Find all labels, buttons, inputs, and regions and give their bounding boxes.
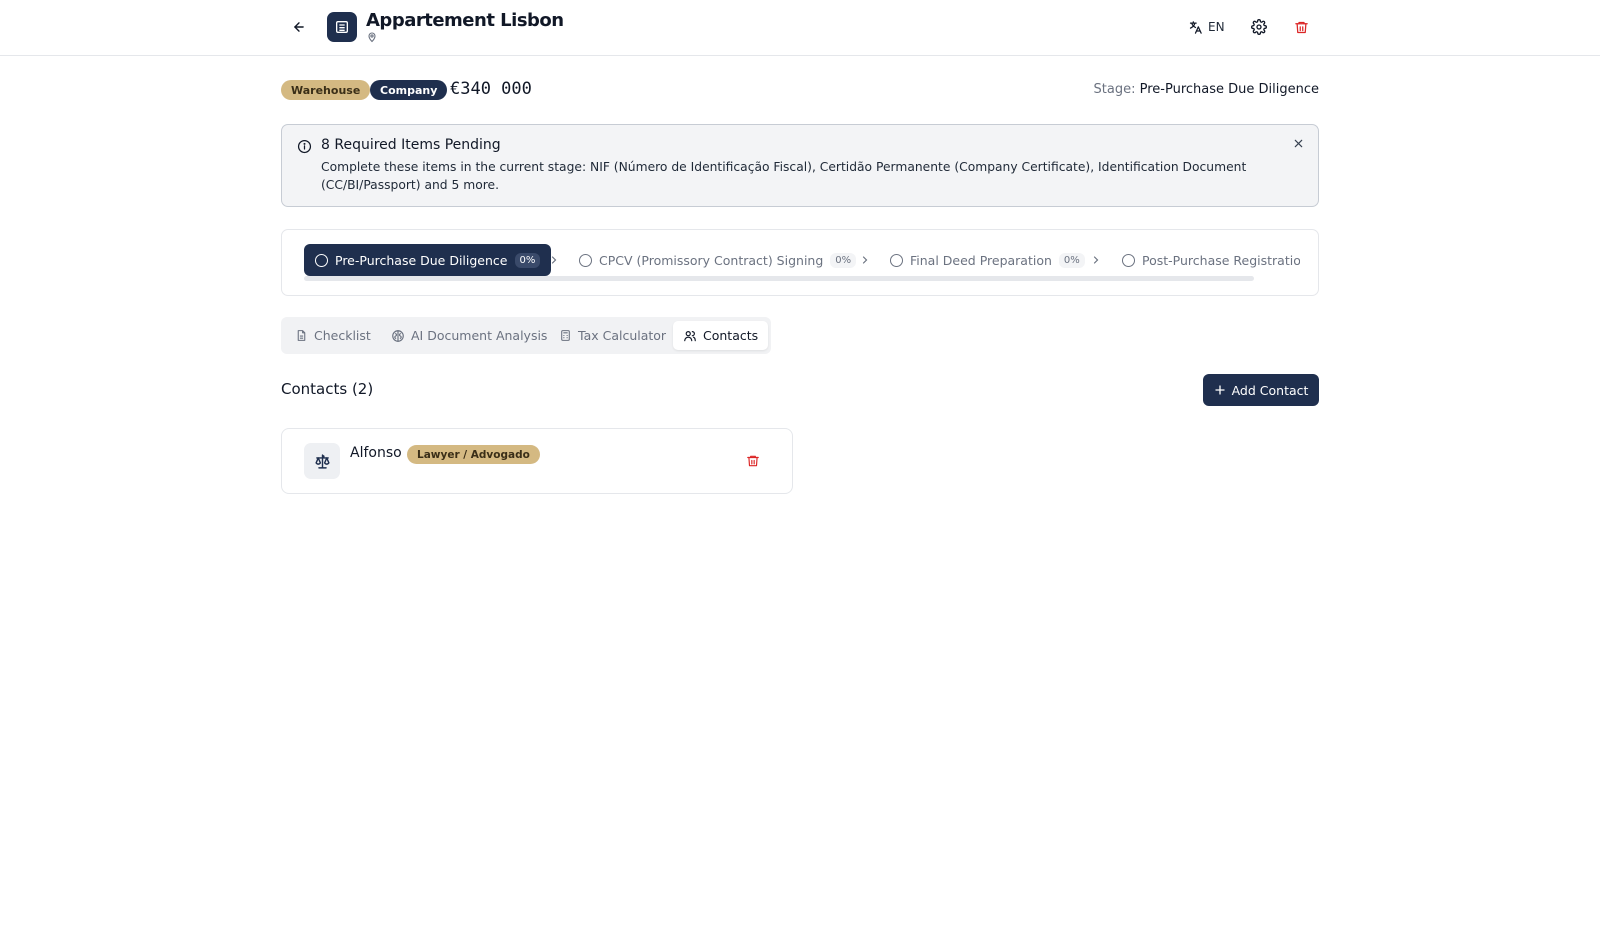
brain-icon xyxy=(392,329,404,342)
calculator-icon xyxy=(561,330,570,341)
contact-role-badge: Lawyer / Advogado xyxy=(407,445,540,464)
contact-avatar xyxy=(304,443,340,479)
tab-label: AI Document Analysis xyxy=(411,328,548,343)
trash-icon xyxy=(1294,21,1308,33)
chevron-right-icon xyxy=(1093,256,1099,264)
stage-step-final-deed[interactable]: Final Deed Preparation 0% xyxy=(890,244,1085,276)
tab-tax-calculator[interactable]: Tax Calculator xyxy=(549,321,676,350)
map-pin-icon xyxy=(368,32,376,43)
delete-contact-button[interactable] xyxy=(745,453,761,469)
contact-card[interactable]: Alfonso Lawyer / Advogado xyxy=(281,428,793,494)
translate-icon xyxy=(1189,20,1202,34)
stepper-scroll-area[interactable]: Pre-Purchase Due Diligence 0% CPCV (Prom… xyxy=(282,230,1300,295)
close-icon xyxy=(1294,139,1302,147)
top-bar: Appartement Lisbon EN xyxy=(0,0,1600,56)
property-logo xyxy=(327,12,357,42)
users-icon xyxy=(684,330,696,341)
chevron-right-icon xyxy=(551,256,557,264)
gear-icon xyxy=(1251,19,1267,35)
info-icon xyxy=(297,139,312,154)
alert-close-button[interactable] xyxy=(1291,136,1305,150)
tab-checklist[interactable]: Checklist xyxy=(285,321,381,350)
circle-icon xyxy=(1122,253,1135,267)
alert-body: Complete these items in the current stag… xyxy=(321,160,1247,192)
circle-icon xyxy=(315,253,328,267)
scale-icon xyxy=(314,453,330,469)
section-tabs: Checklist AI Document Analysis Tax Calcu… xyxy=(281,317,771,354)
tab-ai-document-analysis[interactable]: AI Document Analysis xyxy=(381,321,557,350)
stage-label: Stage: xyxy=(1093,82,1136,97)
tab-contacts[interactable]: Contacts xyxy=(673,321,769,350)
page-title: Appartement Lisbon xyxy=(366,10,564,31)
circle-icon xyxy=(890,253,903,267)
stage-stepper: Pre-Purchase Due Diligence 0% CPCV (Prom… xyxy=(281,229,1319,296)
stage-step-progress: 0% xyxy=(830,252,857,268)
stage-step-label: CPCV (Promissory Contract) Signing xyxy=(599,252,824,268)
stage-step-label: Post-Purchase Registration xyxy=(1142,252,1300,268)
stage-step-progress: 0% xyxy=(1058,252,1085,268)
tab-label: Checklist xyxy=(314,328,371,343)
chevron-right-icon xyxy=(862,256,868,264)
language-label: EN xyxy=(1208,20,1225,34)
stage-step-cpcv[interactable]: CPCV (Promissory Contract) Signing 0% xyxy=(579,244,857,276)
stage-step-progress: 0% xyxy=(514,252,541,268)
owner-type-badge: Company xyxy=(370,80,448,100)
delete-property-button[interactable] xyxy=(1291,17,1311,37)
stage-step-pre-purchase[interactable]: Pre-Purchase Due Diligence 0% xyxy=(304,244,552,276)
language-switcher[interactable]: EN xyxy=(1188,17,1225,37)
arrow-left-icon xyxy=(294,22,304,32)
settings-button[interactable] xyxy=(1249,17,1269,37)
property-price: €340 000 xyxy=(450,79,532,99)
circle-icon xyxy=(579,253,592,267)
alert-title: 8 Required Items Pending xyxy=(321,137,501,153)
stage-step-post-purchase[interactable]: Post-Purchase Registration 0% xyxy=(1122,244,1300,276)
add-contact-label: Add Contact xyxy=(1231,382,1309,398)
add-contact-button[interactable]: Add Contact xyxy=(1203,374,1319,406)
current-stage: Stage: Pre-Purchase Due Diligence xyxy=(1094,82,1319,97)
pending-items-alert: 8 Required Items Pending Complete these … xyxy=(281,124,1319,207)
trash-icon xyxy=(747,455,759,467)
stage-step-label: Pre-Purchase Due Diligence xyxy=(335,252,508,268)
contacts-heading: Contacts (2) xyxy=(281,380,374,398)
back-button[interactable] xyxy=(288,16,310,38)
plus-icon xyxy=(1214,385,1225,395)
stage-value: Pre-Purchase Due Diligence xyxy=(1139,82,1319,97)
tab-label: Tax Calculator xyxy=(578,328,667,343)
contact-name: Alfonso xyxy=(350,445,402,461)
horizontal-scrollbar[interactable] xyxy=(304,276,1254,281)
tab-label: Contacts xyxy=(703,328,759,343)
building-icon xyxy=(336,21,348,33)
stage-step-label: Final Deed Preparation xyxy=(910,252,1052,268)
file-icon xyxy=(297,330,306,341)
property-type-badge: Warehouse xyxy=(281,80,371,100)
